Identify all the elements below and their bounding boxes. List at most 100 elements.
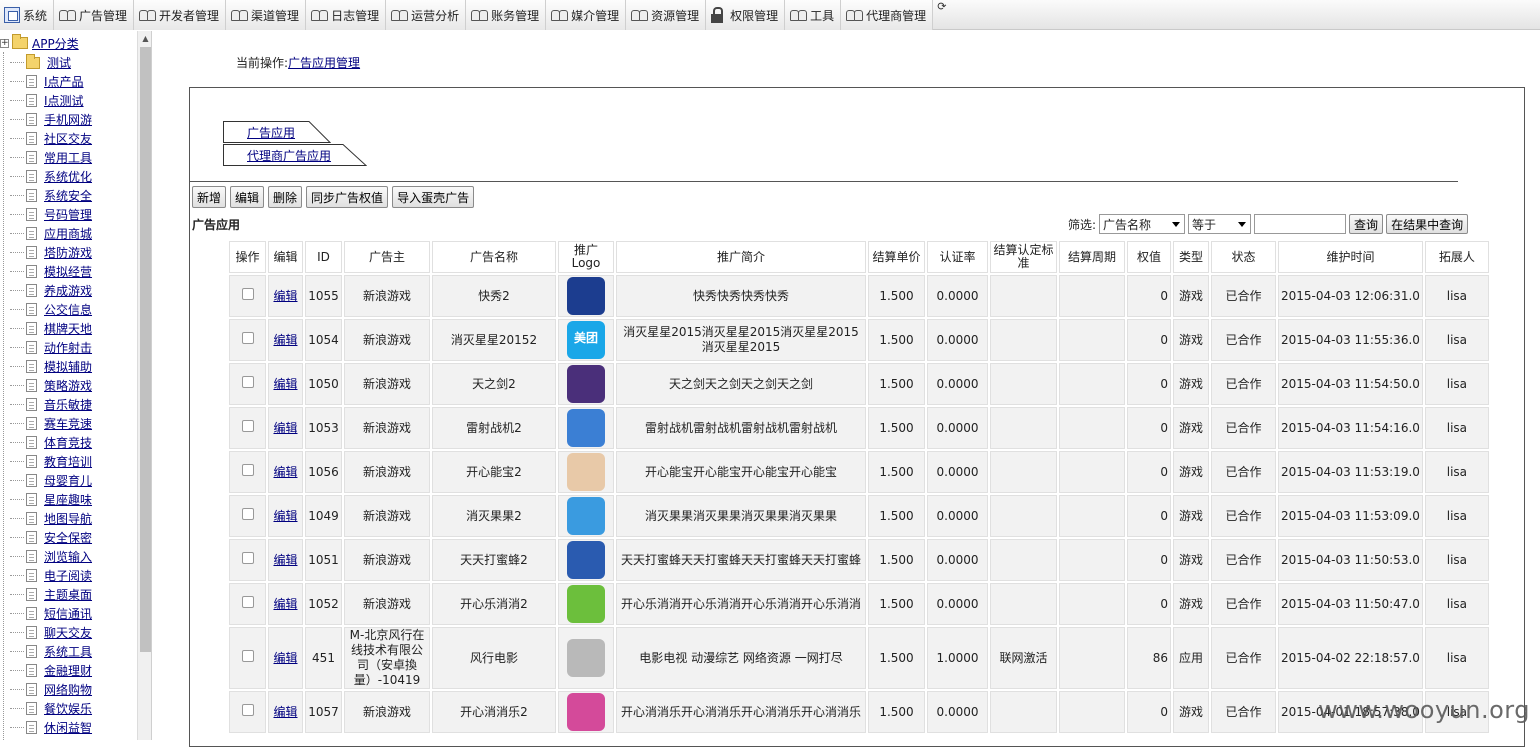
- tree-item[interactable]: 音乐敏捷: [10, 395, 140, 414]
- row-checkbox[interactable]: [241, 596, 254, 608]
- tree-item[interactable]: 浏览输入: [10, 547, 140, 566]
- tree-item-label[interactable]: 教育培训: [44, 453, 92, 470]
- tree-item[interactable]: 系统安全: [10, 186, 140, 205]
- row-checkbox[interactable]: [241, 704, 254, 716]
- sync-weight-button[interactable]: 同步广告权值: [306, 186, 389, 208]
- edit-link[interactable]: 编辑: [273, 553, 297, 567]
- tree-item[interactable]: 餐饮娱乐: [10, 699, 140, 718]
- tree-item[interactable]: 社区交友: [10, 129, 140, 148]
- tree-item-label[interactable]: I点产品: [44, 73, 84, 90]
- tree-item[interactable]: 星座趣味: [10, 490, 140, 509]
- edit-link[interactable]: 编辑: [273, 465, 297, 479]
- search-button[interactable]: 查询: [1349, 214, 1384, 234]
- tree-item[interactable]: 地图导航: [10, 509, 140, 528]
- edit-link[interactable]: 编辑: [273, 597, 297, 611]
- row-checkbox[interactable]: [241, 552, 254, 564]
- tree-root-label[interactable]: APP分类: [32, 35, 79, 52]
- menu-item-6[interactable]: 账务管理: [466, 0, 547, 30]
- add-button[interactable]: 新增: [192, 186, 227, 208]
- tree-item-label[interactable]: 模拟经营: [44, 263, 92, 280]
- tree-item-label[interactable]: 塔防游戏: [44, 244, 92, 261]
- tree-item[interactable]: 聊天交友: [10, 623, 140, 642]
- import-ads-button[interactable]: 导入蛋壳广告: [392, 186, 475, 208]
- tree-item-label[interactable]: 养成游戏: [44, 282, 92, 299]
- tree-item-label[interactable]: 系统安全: [44, 187, 92, 204]
- tree-item[interactable]: 赛车竞速: [10, 414, 140, 433]
- tree-item-label[interactable]: 浏览输入: [44, 548, 92, 565]
- tree-item-label[interactable]: 电子阅读: [44, 567, 92, 584]
- tree-item[interactable]: 手机网游: [10, 110, 140, 129]
- edit-link[interactable]: 编辑: [273, 377, 297, 391]
- tree-item-label[interactable]: 网络购物: [44, 681, 92, 698]
- tree-item-label[interactable]: 聊天交友: [44, 624, 92, 641]
- expand-toggle-icon[interactable]: +: [0, 38, 9, 48]
- tree-item[interactable]: 常用工具: [10, 148, 140, 167]
- tree-item[interactable]: 母婴育儿: [10, 471, 140, 490]
- tree-item-label[interactable]: 动作射击: [44, 339, 92, 356]
- filter-value-input[interactable]: [1254, 214, 1347, 234]
- tree-item-label[interactable]: 系统工具: [44, 643, 92, 660]
- row-checkbox[interactable]: [241, 420, 254, 432]
- tree-item-label[interactable]: 系统优化: [44, 168, 92, 185]
- tab-agent-ad-app[interactable]: 代理商广告应用: [223, 144, 367, 166]
- menu-item-4[interactable]: 日志管理: [306, 0, 387, 30]
- tree-item[interactable]: 休闲益智: [10, 718, 140, 737]
- tree-item[interactable]: 短信通讯: [10, 604, 140, 623]
- menu-item-9[interactable]: 权限管理: [706, 0, 786, 30]
- tree-item-label[interactable]: 赛车竞速: [44, 415, 92, 432]
- edit-link[interactable]: 编辑: [273, 651, 297, 665]
- tree-item[interactable]: 安全保密: [10, 528, 140, 547]
- tree-item[interactable]: 模拟辅助: [10, 357, 140, 376]
- tree-item-label[interactable]: 母婴育儿: [44, 472, 92, 489]
- tree-item-label[interactable]: 地图导航: [44, 510, 92, 527]
- tree-item-label[interactable]: 策略游戏: [44, 377, 92, 394]
- tree-item[interactable]: 教育培训: [10, 452, 140, 471]
- tree-item-label[interactable]: 短信通讯: [44, 605, 92, 622]
- tree-item-label[interactable]: 手机网游: [44, 111, 92, 128]
- scroll-up-icon[interactable]: ▲: [138, 31, 151, 46]
- tree-item[interactable]: 养成游戏: [10, 281, 140, 300]
- row-checkbox[interactable]: [241, 332, 254, 344]
- row-checkbox[interactable]: [241, 288, 254, 300]
- tree-item-label[interactable]: 餐饮娱乐: [44, 700, 92, 717]
- edit-button[interactable]: 编辑: [230, 186, 265, 208]
- tree-item-label[interactable]: 安全保密: [44, 529, 92, 546]
- tree-item[interactable]: 体育竞技: [10, 433, 140, 452]
- edit-link[interactable]: 编辑: [273, 705, 297, 719]
- tab-ad-app[interactable]: 广告应用: [223, 121, 331, 143]
- tree-item[interactable]: 策略游戏: [10, 376, 140, 395]
- tree-item[interactable]: 动作射击: [10, 338, 140, 357]
- tree-item-label[interactable]: 棋牌天地: [44, 320, 92, 337]
- tree-item[interactable]: 模拟经营: [10, 262, 140, 281]
- menu-item-3[interactable]: 渠道管理: [226, 0, 307, 30]
- tree-item[interactable]: 金融理财: [10, 661, 140, 680]
- row-checkbox[interactable]: [241, 650, 254, 662]
- row-checkbox[interactable]: [241, 508, 254, 520]
- menu-item-8[interactable]: 资源管理: [626, 0, 707, 30]
- tab-ad-app-label[interactable]: 广告应用: [247, 126, 295, 140]
- tree-scrollbar[interactable]: ▲: [137, 31, 151, 740]
- edit-link[interactable]: 编辑: [273, 509, 297, 523]
- menu-item-11[interactable]: 代理商管理: [841, 0, 934, 30]
- search-in-results-button[interactable]: 在结果中查询: [1386, 214, 1469, 234]
- tree-item-label[interactable]: 号码管理: [44, 206, 92, 223]
- tab-agent-ad-app-label[interactable]: 代理商广告应用: [247, 149, 331, 163]
- tree-item-label[interactable]: 金融理财: [44, 662, 92, 679]
- tree-item-label[interactable]: 测试: [47, 54, 71, 71]
- tree-item[interactable]: I点测试: [10, 91, 140, 110]
- breadcrumb-link[interactable]: 广告应用管理: [288, 56, 360, 70]
- menu-item-10[interactable]: 工具: [785, 0, 842, 30]
- tree-item[interactable]: 应用商城: [10, 224, 140, 243]
- row-checkbox[interactable]: [241, 464, 254, 476]
- tree-item-label[interactable]: 公交信息: [44, 301, 92, 318]
- menu-item-1[interactable]: 广告管理: [54, 0, 135, 30]
- tree-item-label[interactable]: 休闲益智: [44, 719, 92, 736]
- filter-operator-select[interactable]: 等于: [1188, 214, 1252, 234]
- delete-button[interactable]: 删除: [268, 186, 303, 208]
- edit-link[interactable]: 编辑: [273, 333, 297, 347]
- tree-item[interactable]: 测试: [10, 53, 140, 72]
- menu-item-5[interactable]: 运营分析: [386, 0, 467, 30]
- tree-item-label[interactable]: 社区交友: [44, 130, 92, 147]
- tree-item[interactable]: 网络购物: [10, 680, 140, 699]
- tree-item[interactable]: 棋牌天地: [10, 319, 140, 338]
